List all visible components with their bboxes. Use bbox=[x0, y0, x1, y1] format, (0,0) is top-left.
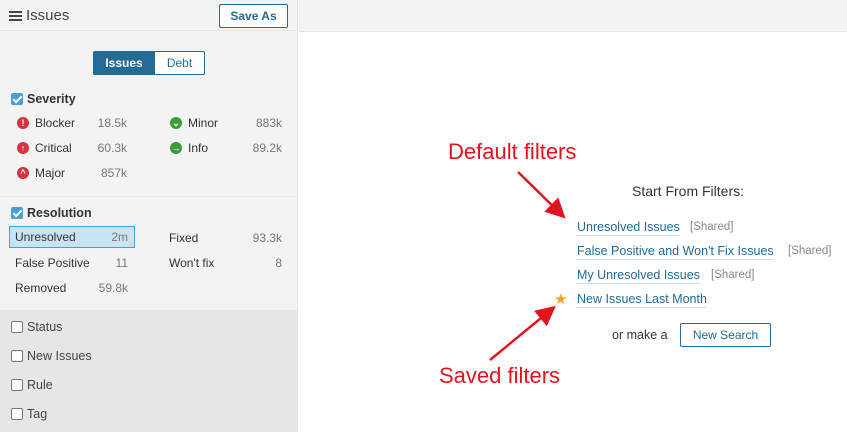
filter-link-unresolved[interactable]: Unresolved Issues bbox=[577, 220, 680, 236]
start-from-filters-title: Start From Filters: bbox=[632, 183, 745, 199]
or-make-text: or make a bbox=[612, 328, 668, 342]
filter-link-false-positive[interactable]: False Positive and Won't Fix Issues bbox=[577, 244, 774, 260]
filter-label[interactable]: New Issues Last Month bbox=[577, 292, 707, 306]
arrow-saved bbox=[489, 305, 556, 361]
shared-tag: [Shared] bbox=[690, 221, 734, 233]
arrow-default bbox=[517, 171, 566, 219]
filter-label[interactable]: My Unresolved Issues bbox=[577, 268, 700, 282]
annotation-arrows bbox=[489, 171, 566, 361]
filter-label[interactable]: False Positive and Won't Fix Issues bbox=[577, 244, 774, 258]
filter-link-new-issues-last-month[interactable]: New Issues Last Month bbox=[577, 292, 707, 308]
shared-tag: [Shared] bbox=[788, 245, 832, 257]
filter-label[interactable]: Unresolved Issues bbox=[577, 220, 680, 234]
filter-link-my-unresolved[interactable]: My Unresolved Issues bbox=[577, 268, 700, 284]
star-icon[interactable]: ★ bbox=[554, 290, 567, 308]
new-search-button[interactable]: New Search bbox=[680, 323, 771, 347]
shared-tag: [Shared] bbox=[711, 269, 755, 281]
